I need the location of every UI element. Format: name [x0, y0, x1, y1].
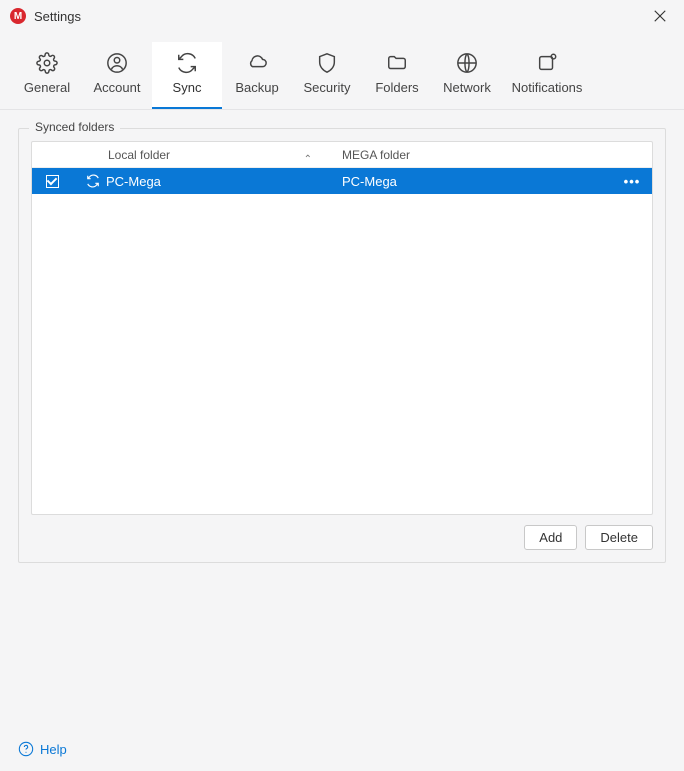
synced-folders-table: Local folder ⌃ MEGA folder: [31, 141, 653, 515]
tab-folders[interactable]: Folders: [362, 42, 432, 109]
app-icon: M: [10, 8, 26, 24]
tab-sync[interactable]: Sync: [152, 42, 222, 109]
col-header-mega-label: MEGA folder: [342, 148, 410, 162]
tab-general[interactable]: General: [12, 42, 82, 109]
sync-icon: [86, 174, 100, 188]
col-header-mega[interactable]: MEGA folder: [342, 148, 612, 162]
row-actions-button[interactable]: •••: [612, 174, 652, 189]
row-mega-folder: PC-Mega: [342, 174, 397, 189]
tab-label: Folders: [375, 80, 418, 95]
tab-label: General: [24, 80, 70, 95]
tab-label: Backup: [235, 80, 278, 95]
row-checkbox[interactable]: [46, 175, 59, 188]
section-label: Synced folders: [29, 120, 120, 134]
window-title: Settings: [34, 9, 646, 24]
tab-backup[interactable]: Backup: [222, 42, 292, 109]
tab-network[interactable]: Network: [432, 42, 502, 109]
help-label: Help: [40, 742, 67, 757]
account-icon: [106, 52, 128, 74]
row-local-folder: PC-Mega: [106, 174, 161, 189]
tab-bar: General Account Sync Backup Security Fol…: [0, 32, 684, 110]
tab-label: Security: [304, 80, 351, 95]
folders-icon: [386, 52, 408, 74]
col-header-local-label: Local folder: [108, 148, 170, 162]
shield-icon: [316, 52, 338, 74]
delete-button[interactable]: Delete: [585, 525, 653, 550]
table-row[interactable]: PC-Mega PC-Mega •••: [32, 168, 652, 194]
titlebar: M Settings: [0, 0, 684, 32]
notification-icon: [536, 52, 558, 74]
close-button[interactable]: [646, 2, 674, 30]
help-icon: [18, 741, 34, 757]
tab-label: Sync: [173, 80, 202, 95]
tab-notifications[interactable]: Notifications: [502, 42, 592, 109]
close-icon: [653, 9, 667, 23]
more-icon: •••: [624, 174, 641, 189]
add-button[interactable]: Add: [524, 525, 577, 550]
gear-icon: [36, 52, 58, 74]
col-header-local[interactable]: Local folder ⌃: [72, 148, 342, 162]
tab-label: Network: [443, 80, 491, 95]
cloud-icon: [246, 52, 268, 74]
button-row: Add Delete: [31, 525, 653, 550]
chevron-up-icon: ⌃: [304, 154, 312, 165]
content-area: Synced folders Local folder ⌃ MEGA folde…: [0, 110, 684, 563]
table-header: Local folder ⌃ MEGA folder: [32, 142, 652, 168]
tab-label: Notifications: [512, 80, 583, 95]
tab-account[interactable]: Account: [82, 42, 152, 109]
tab-label: Account: [94, 80, 141, 95]
table-body: PC-Mega PC-Mega •••: [32, 168, 652, 514]
sync-icon: [176, 52, 198, 74]
tab-security[interactable]: Security: [292, 42, 362, 109]
globe-icon: [456, 52, 478, 74]
help-link[interactable]: Help: [18, 741, 67, 757]
synced-folders-group: Synced folders Local folder ⌃ MEGA folde…: [18, 128, 666, 563]
